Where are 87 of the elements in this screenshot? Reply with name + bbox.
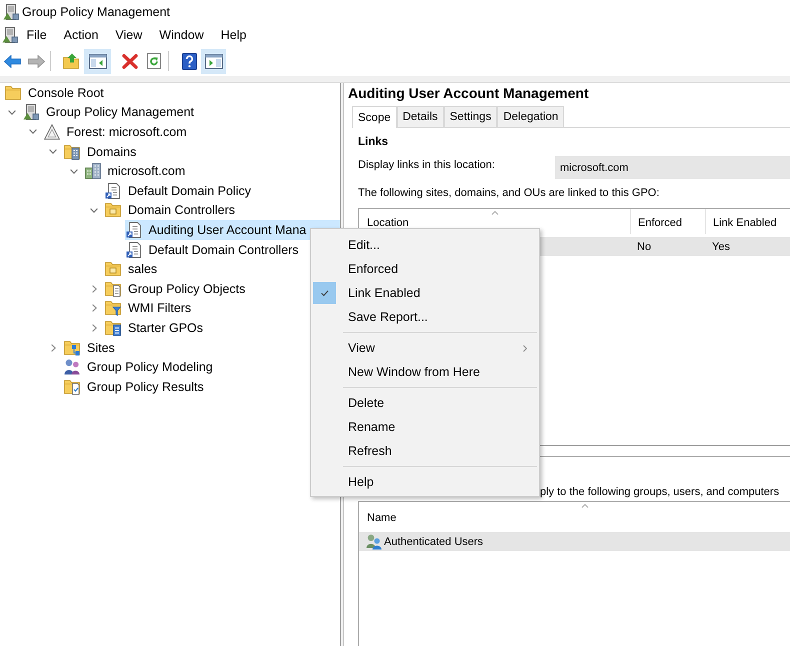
help-icon bbox=[182, 52, 196, 70]
show-hide-action-pane-button[interactable] bbox=[201, 48, 226, 74]
menu-item[interactable]: Save Report... bbox=[311, 305, 539, 329]
chevron-down-icon[interactable] bbox=[49, 149, 57, 154]
window-pane-icon bbox=[204, 54, 222, 68]
tree-item[interactable]: WMI Filters bbox=[104, 298, 194, 318]
tree-item[interactable]: Forest: microsoft.com bbox=[42, 122, 190, 142]
show-hide-tree-button[interactable] bbox=[84, 48, 111, 74]
field-label: Display links in this location: bbox=[358, 158, 496, 173]
menu-item[interactable]: Enforced bbox=[311, 257, 539, 281]
document-shortcut-icon bbox=[126, 242, 142, 258]
tree-item[interactable]: Auditing User Account Mana bbox=[124, 220, 340, 240]
caption-text: The following sites, domains, and OUs are linked to this GPO: bbox=[358, 186, 660, 200]
chevron-down-icon[interactable] bbox=[70, 168, 78, 174]
folder-icon bbox=[105, 261, 121, 278]
tree-item[interactable]: microsoft.com bbox=[84, 161, 188, 181]
folder-building-icon bbox=[64, 144, 80, 160]
column-header[interactable]: Link Enabled bbox=[705, 209, 790, 234]
window-title: Group Policy Management bbox=[22, 4, 170, 20]
users-icon bbox=[366, 534, 382, 550]
tree-item[interactable]: Starter GPOs bbox=[104, 318, 206, 338]
chevron-right-icon[interactable] bbox=[92, 304, 96, 312]
menu-item[interactable]: Link Enabled bbox=[311, 281, 539, 305]
column-header[interactable]: Enforced bbox=[630, 209, 705, 234]
tree-item[interactable]: Default Domain Policy bbox=[104, 180, 254, 201]
tree-item[interactable]: Default Domain Controllers bbox=[124, 240, 302, 260]
right-arrow-icon bbox=[28, 54, 44, 68]
table-cell: Authenticated Users bbox=[384, 534, 484, 548]
window-pane-icon bbox=[88, 54, 106, 68]
tab[interactable]: Delegation bbox=[497, 106, 564, 127]
chevron-down-icon[interactable] bbox=[28, 129, 36, 134]
server-icon bbox=[23, 104, 39, 120]
menu-item[interactable]: New Window from Here bbox=[311, 360, 539, 384]
chevron-down-icon[interactable] bbox=[8, 110, 16, 115]
server-icon bbox=[3, 4, 19, 20]
menu-item[interactable]: Refresh bbox=[311, 439, 539, 463]
folder-document-icon bbox=[105, 320, 121, 336]
tree-item[interactable]: Domains bbox=[63, 142, 140, 162]
column-header[interactable]: Location bbox=[359, 209, 630, 234]
document-shortcut-icon bbox=[105, 182, 121, 199]
menu-item[interactable]: Rename bbox=[311, 415, 539, 439]
folder-arrow-icon bbox=[63, 53, 79, 69]
tab[interactable]: Details bbox=[396, 106, 444, 127]
menu-bar-item[interactable]: Window bbox=[150, 24, 212, 46]
location-dropdown[interactable]: microsoft.com bbox=[555, 156, 790, 179]
section-heading: Links bbox=[358, 135, 390, 150]
left-arrow-icon bbox=[4, 54, 20, 68]
menu-bar-item[interactable]: Action bbox=[55, 24, 107, 46]
building-icon bbox=[84, 163, 100, 180]
chevron-right-icon[interactable] bbox=[50, 344, 56, 352]
triangle-icon bbox=[44, 124, 60, 140]
column-header[interactable]: Name bbox=[359, 502, 790, 528]
caption-text: ply to the following groups, users, and computers bbox=[540, 485, 780, 499]
table-cell-text: No bbox=[636, 240, 652, 254]
document-shortcut-icon bbox=[126, 222, 142, 238]
people-icon bbox=[64, 359, 80, 376]
chevron-right-icon[interactable] bbox=[92, 284, 96, 293]
tree-item[interactable]: Group Policy Management bbox=[22, 102, 197, 122]
chevron-down-icon[interactable] bbox=[90, 208, 98, 213]
folder-icon bbox=[105, 202, 121, 218]
server-icon bbox=[2, 27, 18, 43]
refresh-icon bbox=[147, 53, 161, 69]
chevron-right-icon[interactable] bbox=[92, 324, 96, 332]
tree-item[interactable]: Group Policy Results bbox=[63, 376, 207, 396]
tree-item[interactable]: sales bbox=[104, 259, 160, 279]
table-cell-text: Yes bbox=[711, 240, 731, 254]
x-icon bbox=[122, 54, 138, 68]
menu-bar-item[interactable]: File bbox=[18, 24, 56, 46]
folder-icon bbox=[5, 84, 21, 101]
tab[interactable]: Scope bbox=[352, 106, 397, 128]
menu-item[interactable]: View bbox=[311, 336, 539, 360]
policy-title: Auditing User Account Management bbox=[347, 84, 590, 103]
folder-network-icon bbox=[64, 340, 80, 356]
menu-bar-item[interactable]: View bbox=[106, 24, 151, 46]
tree-item[interactable]: Sites bbox=[63, 338, 118, 358]
folder-document-icon bbox=[105, 280, 121, 297]
tree-item[interactable]: Console Root bbox=[4, 83, 107, 103]
tree-item[interactable]: Group Policy Modeling bbox=[63, 357, 216, 377]
tree-item[interactable]: Domain Controllers bbox=[104, 200, 238, 220]
menu-item[interactable]: Delete bbox=[311, 391, 539, 415]
menu-bar-item[interactable]: Help bbox=[212, 24, 255, 46]
folder-report-icon bbox=[64, 378, 80, 395]
tree-item[interactable]: Group Policy Objects bbox=[104, 278, 248, 299]
tab[interactable]: Settings bbox=[444, 106, 498, 127]
folder-funnel-icon bbox=[105, 300, 121, 316]
table-row[interactable]: Authenticated Users bbox=[359, 532, 790, 551]
menu-item[interactable]: Help bbox=[311, 470, 539, 494]
